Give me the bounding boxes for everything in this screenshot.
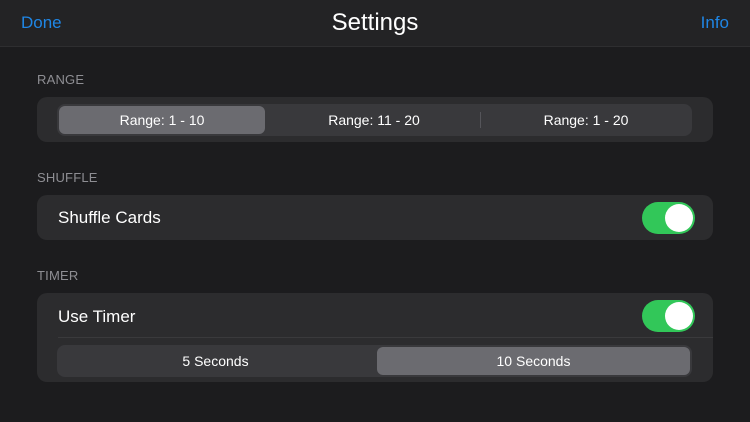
range-segment-1-20[interactable]: Range: 1 - 20 xyxy=(482,106,690,134)
timer-group: Use Timer 5 Seconds 10 Seconds xyxy=(37,293,713,382)
timer-segment-5-seconds[interactable]: 5 Seconds xyxy=(59,347,372,375)
shuffle-cards-label: Shuffle Cards xyxy=(58,208,161,227)
shuffle-section-header: SHUFFLE xyxy=(37,170,98,185)
row-separator xyxy=(58,337,713,338)
navigation-bar: Done Settings Info xyxy=(0,0,750,47)
segment-divider xyxy=(480,112,481,128)
timer-segmented-control: 5 Seconds 10 Seconds xyxy=(57,345,692,377)
range-group: Range: 1 - 10 Range: 11 - 20 Range: 1 - … xyxy=(37,97,713,142)
range-segmented-control: Range: 1 - 10 Range: 11 - 20 Range: 1 - … xyxy=(57,104,692,136)
shuffle-cards-toggle[interactable] xyxy=(642,202,695,234)
use-timer-toggle[interactable] xyxy=(642,300,695,332)
info-button[interactable]: Info xyxy=(701,13,729,33)
toggle-knob xyxy=(665,204,693,232)
timer-segment-10-seconds[interactable]: 10 Seconds xyxy=(377,347,690,375)
range-segment-1-10[interactable]: Range: 1 - 10 xyxy=(59,106,265,134)
page-title: Settings xyxy=(331,9,419,36)
range-segment-11-20[interactable]: Range: 11 - 20 xyxy=(269,106,479,134)
toggle-knob xyxy=(665,302,693,330)
timer-section-header: TIMER xyxy=(37,268,79,283)
use-timer-label: Use Timer xyxy=(58,307,136,326)
shuffle-group: Shuffle Cards xyxy=(37,195,713,240)
range-section-header: RANGE xyxy=(37,72,85,87)
